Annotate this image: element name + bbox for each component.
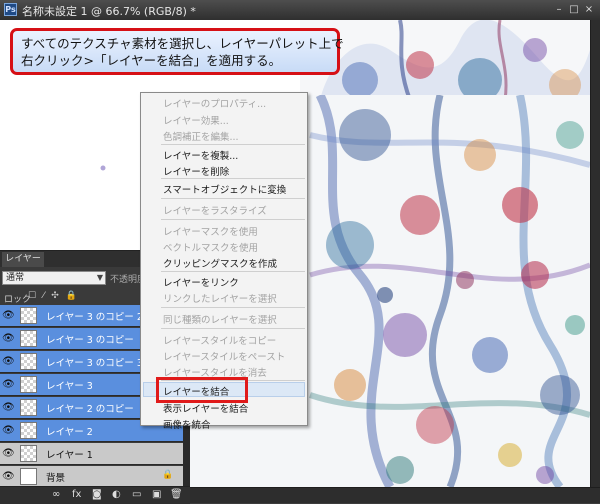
menu-item: レイヤーをラスタライズ (163, 206, 267, 217)
menu-item[interactable]: レイヤーを削除 (163, 164, 229, 178)
layer-thumbnail (20, 376, 37, 393)
menu-item: 色調補正を編集... (163, 132, 239, 143)
menu-separator (161, 178, 305, 179)
menu-item: レイヤースタイルをコピー (163, 336, 277, 347)
layer-name: レイヤー 1 (46, 450, 93, 461)
menu-separator (161, 307, 305, 308)
visibility-eye-icon[interactable]: 👁 (2, 378, 15, 391)
add-mask-icon[interactable]: ◙ (92, 489, 102, 500)
menu-separator (161, 198, 305, 199)
layer-context-menu: レイヤーのプロパティ... レイヤー効果... 色調補正を編集... レイヤーを複製.… (140, 92, 308, 431)
menu-separator (161, 144, 305, 145)
layer-thumbnail (20, 307, 37, 324)
visibility-eye-icon[interactable]: 👁 (2, 401, 15, 414)
menu-item[interactable]: スマートオブジェクトに変換 (163, 182, 286, 196)
canvas-vertical-scrollbar[interactable] (590, 20, 600, 487)
visibility-eye-icon[interactable]: 👁 (2, 332, 15, 345)
title-bar: Ps 名称未設定 1 @ 66.7% (RGB/8) * – □ × (0, 0, 600, 21)
layer-name: 背景 (46, 473, 66, 484)
layer-thumbnail (20, 330, 37, 347)
layer-name: レイヤー 3 (46, 381, 93, 392)
menu-item[interactable]: 画像を統合 (163, 417, 211, 431)
minimize-button[interactable]: – (552, 3, 566, 16)
layer-row[interactable]: 👁 レイヤー 1 (0, 443, 183, 465)
visibility-eye-icon[interactable]: 👁 (2, 447, 15, 460)
menu-item[interactable]: 表示レイヤーを結合 (163, 401, 248, 415)
canvas-horizontal-scrollbar[interactable] (190, 487, 600, 503)
layers-panel-footer: ∞ fx ◙ ◐ ▭ ▣ 🗑 (0, 486, 190, 504)
canvas-texture-top[interactable] (300, 20, 590, 100)
layer-name: レイヤー 2 (46, 427, 93, 438)
menu-separator (161, 328, 305, 329)
blend-mode-select[interactable]: 通常 ▼ (2, 271, 106, 285)
layer-thumbnail (20, 399, 37, 416)
layer-thumbnail (20, 445, 37, 462)
close-button[interactable]: × (582, 3, 596, 16)
menu-item: リンクしたレイヤーを選択 (163, 294, 277, 305)
menu-item: レイヤースタイルをペースト (163, 352, 286, 363)
instruction-callout: すべてのテクスチャ素材を選択し、レイヤーパレット上で 右クリック>「レイヤーを結… (10, 28, 344, 75)
menu-item: レイヤーマスクを使用 (163, 227, 258, 238)
menu-item[interactable]: レイヤーを複製... (163, 148, 238, 162)
new-group-icon[interactable]: ▭ (132, 489, 141, 500)
menu-separator (161, 271, 305, 272)
callout-line-1: すべてのテクスチャ素材を選択し、レイヤーパレット上で (21, 36, 344, 51)
chevron-down-icon: ▼ (96, 273, 103, 282)
layer-row[interactable]: 👁 背景 🔒 (0, 466, 183, 488)
lock-icon: 🔒 (162, 470, 174, 480)
blend-mode-value: 通常 (6, 273, 25, 283)
menu-separator (161, 219, 305, 220)
document-title: 名称未設定 1 @ 66.7% (RGB/8) * (22, 5, 196, 18)
layer-name: レイヤー 3 のコピー 2 (46, 312, 143, 323)
layer-style-icon[interactable]: fx (72, 489, 81, 500)
menu-item: 同じ種類のレイヤーを選択 (163, 315, 277, 326)
menu-item[interactable]: レイヤーをリンク (163, 275, 239, 289)
layer-name: レイヤー 2 のコピー (46, 404, 134, 415)
visibility-eye-icon[interactable]: 👁 (2, 309, 15, 322)
adjustment-layer-icon[interactable]: ◐ (112, 489, 121, 500)
menu-item: レイヤー効果... (163, 116, 229, 127)
photoshop-app-icon: Ps (4, 3, 17, 16)
callout-line-2: 右クリック>「レイヤーを結合」を適用する。 (21, 53, 282, 68)
new-layer-icon[interactable]: ▣ (152, 489, 161, 500)
menu-item: レイヤースタイルを消去 (163, 368, 267, 379)
layer-name: レイヤー 3 のコピー 3 (46, 358, 143, 369)
visibility-eye-icon[interactable]: 👁 (2, 355, 15, 368)
lock-label: ロック (4, 295, 32, 305)
menu-separator (161, 380, 305, 381)
layer-thumbnail (20, 422, 37, 439)
layer-thumbnail (20, 468, 37, 485)
tab-layers[interactable]: レイヤー (2, 252, 44, 267)
menu-item[interactable]: レイヤーを結合 (163, 384, 229, 398)
menu-item: ベクトルマスクを使用 (163, 243, 259, 254)
link-layers-icon[interactable]: ∞ (52, 489, 60, 500)
menu-item[interactable]: クリッピングマスクを作成 (163, 256, 277, 270)
visibility-eye-icon[interactable]: 👁 (2, 470, 15, 483)
lock-options-icons[interactable]: ☐ ⁄ ✣ 🔒 (28, 291, 79, 301)
layer-thumbnail (20, 353, 37, 370)
layer-name: レイヤー 3 のコピー (46, 335, 134, 346)
maximize-button[interactable]: □ (567, 3, 581, 16)
trash-icon[interactable]: 🗑 (170, 489, 183, 500)
visibility-eye-icon[interactable]: 👁 (2, 424, 15, 437)
paint-texture-top (300, 20, 590, 100)
menu-item: レイヤーのプロパティ... (163, 99, 267, 110)
